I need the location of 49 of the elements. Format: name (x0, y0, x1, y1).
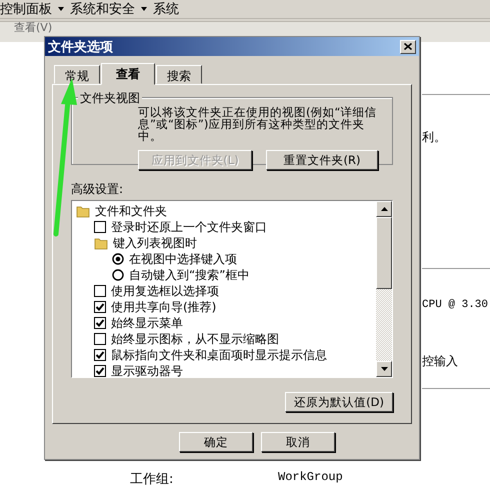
checkbox[interactable] (94, 221, 106, 233)
restore-defaults-button[interactable]: 还原为默认值(D) (285, 392, 393, 412)
option-label: 在视图中选择键入项 (129, 250, 237, 268)
window-title: 文件夹选项 (48, 38, 113, 56)
option-label: 使用复选框以选择项 (111, 282, 219, 300)
dialog-button[interactable]: 确定 (179, 432, 253, 452)
body-text: 利。 (422, 129, 447, 146)
tab[interactable]: 常规 (54, 65, 100, 84)
checkbox[interactable] (94, 301, 106, 313)
field-label: 工作组: (130, 471, 174, 488)
checkbox[interactable] (94, 285, 106, 297)
option-label: 显示驱动器号 (111, 362, 183, 377)
checkbox[interactable] (94, 349, 106, 361)
menu-item[interactable]: 查看(V) (14, 22, 52, 34)
option-label: 自动键入到“搜索”框中 (129, 266, 250, 284)
option-label: 始终显示图标，从不显示缩略图 (111, 330, 279, 348)
description-text: 可以将该文件夹正在使用的视图(例如“详细信息”或“图标”)应用到所有这种类型的文件夹中。 (138, 106, 378, 142)
checkbox[interactable] (94, 317, 106, 329)
option-label: 文件和文件夹 (95, 202, 167, 220)
down-arrow-icon[interactable] (380, 367, 388, 371)
tab[interactable]: 搜索 (156, 65, 202, 84)
breadcrumb-item[interactable]: 控制面板 (0, 0, 52, 18)
breadcrumb-item[interactable]: 系统 (153, 0, 179, 18)
close-icon[interactable] (404, 43, 412, 50)
action-button[interactable]: 重置文件夹(R) (266, 150, 378, 170)
field-value: WorkGroup (278, 470, 343, 486)
breadcrumb-item[interactable]: 系统和安全 (70, 0, 135, 18)
folder-icon (94, 236, 108, 250)
scrollbar[interactable] (376, 201, 392, 377)
section-label: 高级设置: (71, 181, 124, 198)
checkbox[interactable] (94, 365, 106, 377)
checkbox[interactable] (94, 333, 106, 345)
radio-button[interactable] (112, 253, 124, 265)
caret-icon[interactable] (141, 7, 147, 11)
folder-icon (76, 204, 90, 218)
caret-icon[interactable] (58, 7, 64, 11)
body-text: 控输入 (422, 353, 459, 370)
close-button[interactable] (400, 40, 416, 54)
tab[interactable]: 查看 (101, 63, 155, 85)
up-arrow-icon[interactable] (380, 207, 388, 211)
option-label: 登录时还原上一个文件夹窗口 (111, 218, 267, 236)
dialog-button[interactable]: 取消 (261, 432, 335, 452)
option-label: 键入列表视图时 (113, 234, 197, 252)
option-label: 始终显示菜单 (111, 314, 183, 332)
group-label: 文件夹视图 (78, 90, 142, 107)
option-label: 使用共享向导(推荐) (111, 298, 216, 316)
option-label: 鼠标指向文件夹和桌面项时显示提示信息 (111, 346, 327, 364)
radio-button[interactable] (112, 269, 124, 281)
body-text: CPU @ 3.30 (422, 299, 490, 311)
